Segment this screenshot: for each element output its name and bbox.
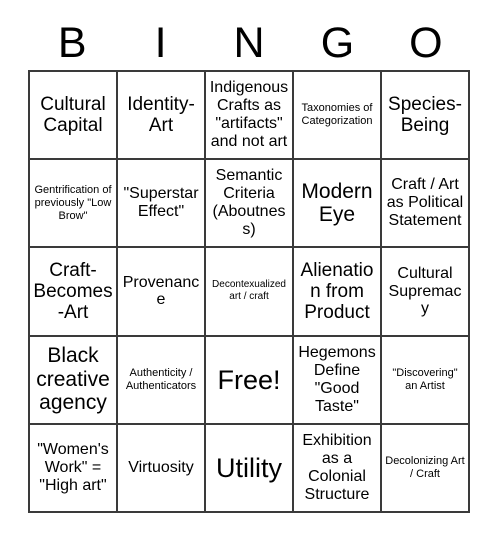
bingo-cell[interactable]: Decontexualized art / craft xyxy=(206,248,294,337)
bingo-cell-text: Virtuosity xyxy=(128,458,194,476)
bingo-cell-text: Gentrification of previously "Low Brow" xyxy=(34,183,112,222)
header-letter-text: I xyxy=(154,18,167,67)
bingo-cell-text: Authenticity / Authenticators xyxy=(125,366,197,392)
bingo-cell-text: Modern Eye xyxy=(301,179,373,227)
bingo-cell[interactable]: Black creative agency xyxy=(30,336,118,425)
bingo-header: B I N G O xyxy=(28,17,470,69)
bingo-cell-text: Cultural Capital xyxy=(40,93,106,137)
bingo-cell[interactable]: Decolonizing Art / Craft xyxy=(382,424,470,513)
bingo-cell[interactable]: Craft / Art as Political Statement xyxy=(382,160,470,249)
bingo-cell-text: Craft-Becomes-Art xyxy=(33,259,113,324)
bingo-cell[interactable]: Virtuosity xyxy=(118,424,206,513)
bingo-cell[interactable]: Semantic Criteria (Aboutness) xyxy=(206,160,294,249)
bingo-cell[interactable]: Provenance xyxy=(118,248,206,337)
bingo-cell-text: Free! xyxy=(217,364,281,395)
bingo-cell[interactable]: Cultural Capital xyxy=(30,72,118,161)
bingo-header-letter-n: N xyxy=(205,17,293,69)
bingo-cell-text: Provenance xyxy=(122,273,200,309)
bingo-cell[interactable]: Identity-Art xyxy=(118,72,206,161)
bingo-cell[interactable]: Hegemons Define "Good Taste" xyxy=(294,336,382,425)
bingo-cell[interactable]: Taxonomies of Categorization xyxy=(294,72,382,161)
bingo-header-letter-i: I xyxy=(116,17,204,69)
bingo-cell[interactable]: Craft-Becomes-Art xyxy=(30,248,118,337)
bingo-header-letter-g: G xyxy=(293,17,381,69)
bingo-cell-text: Black creative agency xyxy=(36,344,110,415)
bingo-cell[interactable]: "Women's Work" = "High art" xyxy=(30,424,118,513)
bingo-header-letter-b: B xyxy=(28,17,116,69)
bingo-cell[interactable]: Exhibition as a Colonial Structure xyxy=(294,424,382,513)
bingo-cell-text: "Women's Work" = "High art" xyxy=(37,441,109,494)
bingo-cell-text: "Superstar Effect" xyxy=(123,185,199,221)
bingo-cell[interactable]: Modern Eye xyxy=(294,160,382,249)
bingo-cell[interactable]: "Discovering" an Artist xyxy=(382,336,470,425)
header-letter-text: N xyxy=(233,18,265,67)
bingo-cell-text: Decolonizing Art / Craft xyxy=(385,454,465,480)
bingo-cell[interactable]: Utility xyxy=(206,424,294,513)
bingo-cell-text: Identity-Art xyxy=(127,93,195,137)
bingo-cell-text: Indigenous Crafts as "artifacts" and not… xyxy=(209,79,289,150)
bingo-cell-text: "Discovering" an Artist xyxy=(392,366,458,392)
bingo-card: B I N G O Cultural Capital Identity-Art … xyxy=(0,0,500,544)
bingo-cell-text: Cultural Supremacy xyxy=(388,264,462,318)
bingo-cell-text: Taxonomies of Categorization xyxy=(301,101,373,128)
header-letter-text: B xyxy=(57,18,87,67)
bingo-cell[interactable]: Authenticity / Authenticators xyxy=(118,336,206,425)
bingo-cell-text: Decontexualized art / craft xyxy=(212,278,286,303)
bingo-header-letter-o: O xyxy=(382,17,470,69)
bingo-cell-text: Utility xyxy=(216,452,282,483)
bingo-cell[interactable]: Indigenous Crafts as "artifacts" and not… xyxy=(206,72,294,161)
bingo-grid: Cultural Capital Identity-Art Indigenous… xyxy=(28,70,470,513)
bingo-cell-text: Alienation from Product xyxy=(300,259,374,324)
bingo-cell[interactable]: Species-Being xyxy=(382,72,470,161)
bingo-cell[interactable]: Alienation from Product xyxy=(294,248,382,337)
bingo-cell[interactable]: "Superstar Effect" xyxy=(118,160,206,249)
bingo-cell-free-space[interactable]: Free! xyxy=(206,336,294,425)
bingo-cell-text: Species-Being xyxy=(388,93,462,137)
bingo-cell-text: Exhibition as a Colonial Structure xyxy=(302,432,372,503)
header-letter-text: O xyxy=(409,18,443,67)
bingo-cell-text: Semantic Criteria (Aboutness) xyxy=(212,167,286,239)
bingo-cell[interactable]: Gentrification of previously "Low Brow" xyxy=(30,160,118,249)
bingo-cell-text: Hegemons Define "Good Taste" xyxy=(298,343,376,415)
bingo-cell-text: Craft / Art as Political Statement xyxy=(386,176,464,230)
header-letter-text: G xyxy=(320,18,355,67)
bingo-cell[interactable]: Cultural Supremacy xyxy=(382,248,470,337)
